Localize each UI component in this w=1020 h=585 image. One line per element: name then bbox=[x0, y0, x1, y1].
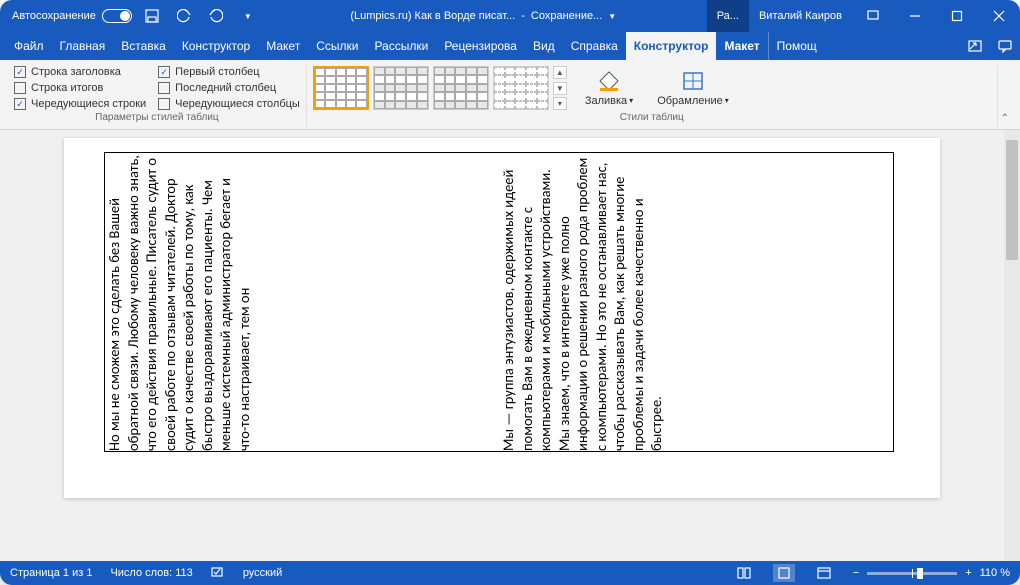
redo-icon[interactable] bbox=[204, 4, 228, 28]
qat-dropdown-icon[interactable]: ▼ bbox=[236, 4, 260, 28]
close-icon[interactable] bbox=[978, 0, 1020, 32]
titlebar: Автосохранение ▼ (Lumpics.ru) Как в Ворд… bbox=[0, 0, 1020, 32]
table-style-1[interactable] bbox=[313, 66, 369, 110]
user-name[interactable]: Виталий Каиров bbox=[749, 0, 852, 32]
borders-button[interactable]: Обрамление▾ bbox=[651, 67, 735, 110]
statusbar: Страница 1 из 1 Число слов: 113 русский … bbox=[0, 561, 1020, 585]
cell2-text: Мы — группа энтузиастов, одержимых идеей… bbox=[499, 153, 666, 451]
undo-icon[interactable] bbox=[172, 4, 196, 28]
word-count[interactable]: Число слов: 113 bbox=[110, 567, 192, 579]
page-indicator[interactable]: Страница 1 из 1 bbox=[10, 567, 92, 579]
tab-view[interactable]: Вид bbox=[525, 32, 563, 60]
zoom-slider[interactable] bbox=[867, 572, 957, 575]
table-cell-2[interactable]: Мы — группа энтузиастов, одержимых идеей… bbox=[499, 153, 893, 451]
ck-last-col[interactable]: Последний столбец bbox=[158, 82, 300, 94]
autosave-toggle[interactable]: Автосохранение bbox=[12, 9, 132, 23]
scrollbar-thumb[interactable] bbox=[1006, 140, 1018, 260]
autosave-label: Автосохранение bbox=[12, 10, 96, 22]
document-area: Но мы не сможем это сделать без Вашей об… bbox=[0, 130, 1020, 561]
group-table-styles: ▲ ▼ ▾ Заливка▾ Обрамление▾ Стили таблиц bbox=[307, 66, 998, 127]
cell1-text: Но мы не сможем это сделать без Вашей об… bbox=[105, 153, 253, 451]
comments-icon[interactable] bbox=[990, 32, 1020, 60]
ck-first-col[interactable]: ✓Первый столбец bbox=[158, 66, 300, 78]
group-label-styles: Стили таблиц bbox=[620, 110, 684, 127]
tab-home[interactable]: Главная bbox=[52, 32, 114, 60]
page[interactable]: Но мы не сможем это сделать без Вашей об… bbox=[64, 138, 940, 498]
spellcheck-icon[interactable] bbox=[211, 565, 225, 582]
tab-mailings[interactable]: Рассылки bbox=[366, 32, 436, 60]
ck-banded-rows[interactable]: ✓Чередующиеся строки bbox=[14, 98, 146, 110]
zoom-in-icon[interactable]: + bbox=[965, 567, 971, 579]
gallery-down-icon[interactable]: ▼ bbox=[553, 82, 567, 95]
zoom-controls[interactable]: − + 110 % bbox=[853, 567, 1010, 579]
collapse-ribbon-icon[interactable]: ⌃ bbox=[998, 110, 1012, 127]
ribbon-tabs: Файл Главная Вставка Конструктор Макет С… bbox=[0, 32, 1020, 60]
table-style-3[interactable] bbox=[433, 66, 489, 110]
tab-review[interactable]: Рецензирова bbox=[436, 32, 525, 60]
ck-header-row[interactable]: ✓Строка заголовка bbox=[14, 66, 146, 78]
user-badge[interactable]: Ра... bbox=[707, 0, 749, 32]
tab-references[interactable]: Ссылки bbox=[308, 32, 366, 60]
vertical-scrollbar[interactable] bbox=[1004, 130, 1020, 561]
table-style-2[interactable] bbox=[373, 66, 429, 110]
gallery-up-icon[interactable]: ▲ bbox=[553, 66, 567, 79]
ck-banded-cols[interactable]: Чередующиеся столбцы bbox=[158, 98, 300, 110]
ribbon: ✓Строка заголовка Строка итогов ✓Чередую… bbox=[0, 60, 1020, 130]
language[interactable]: русский bbox=[243, 567, 282, 579]
ck-total-row[interactable]: Строка итогов bbox=[14, 82, 146, 94]
toggle-switch[interactable] bbox=[102, 9, 132, 23]
saving-status: Сохранение... bbox=[531, 10, 602, 22]
tab-table-design[interactable]: Конструктор bbox=[626, 32, 717, 60]
zoom-out-icon[interactable]: − bbox=[853, 567, 859, 579]
save-icon[interactable] bbox=[140, 4, 164, 28]
tab-table-layout[interactable]: Макет bbox=[716, 32, 767, 60]
document-title: (Lumpics.ru) Как в Ворде писат... bbox=[350, 10, 515, 22]
read-mode-icon[interactable] bbox=[733, 564, 755, 582]
gallery-more-icon[interactable]: ▾ bbox=[553, 97, 567, 110]
tab-layout[interactable]: Макет bbox=[258, 32, 308, 60]
table-cell-1[interactable]: Но мы не сможем это сделать без Вашей об… bbox=[105, 153, 499, 451]
tab-design[interactable]: Конструктор bbox=[174, 32, 258, 60]
table[interactable]: Но мы не сможем это сделать без Вашей об… bbox=[104, 152, 894, 452]
shading-button[interactable]: Заливка▾ bbox=[579, 67, 639, 110]
minimize-icon[interactable] bbox=[894, 0, 936, 32]
web-layout-icon[interactable] bbox=[813, 564, 835, 582]
table-style-4[interactable] bbox=[493, 66, 549, 110]
group-label-options: Параметры стилей таблиц bbox=[95, 110, 218, 127]
tab-file[interactable]: Файл bbox=[6, 32, 52, 60]
zoom-level[interactable]: 110 % bbox=[980, 567, 1010, 579]
print-layout-icon[interactable] bbox=[773, 564, 795, 582]
table-styles-gallery[interactable]: ▲ ▼ ▾ bbox=[313, 66, 567, 110]
tab-help[interactable]: Справка bbox=[563, 32, 626, 60]
ribbon-display-icon[interactable] bbox=[852, 0, 894, 32]
tab-tellme[interactable]: Помощ bbox=[768, 32, 825, 60]
maximize-icon[interactable] bbox=[936, 0, 978, 32]
share-icon[interactable] bbox=[960, 32, 990, 60]
group-table-style-options: ✓Строка заголовка Строка итогов ✓Чередую… bbox=[8, 66, 307, 127]
tab-insert[interactable]: Вставка bbox=[113, 32, 174, 60]
